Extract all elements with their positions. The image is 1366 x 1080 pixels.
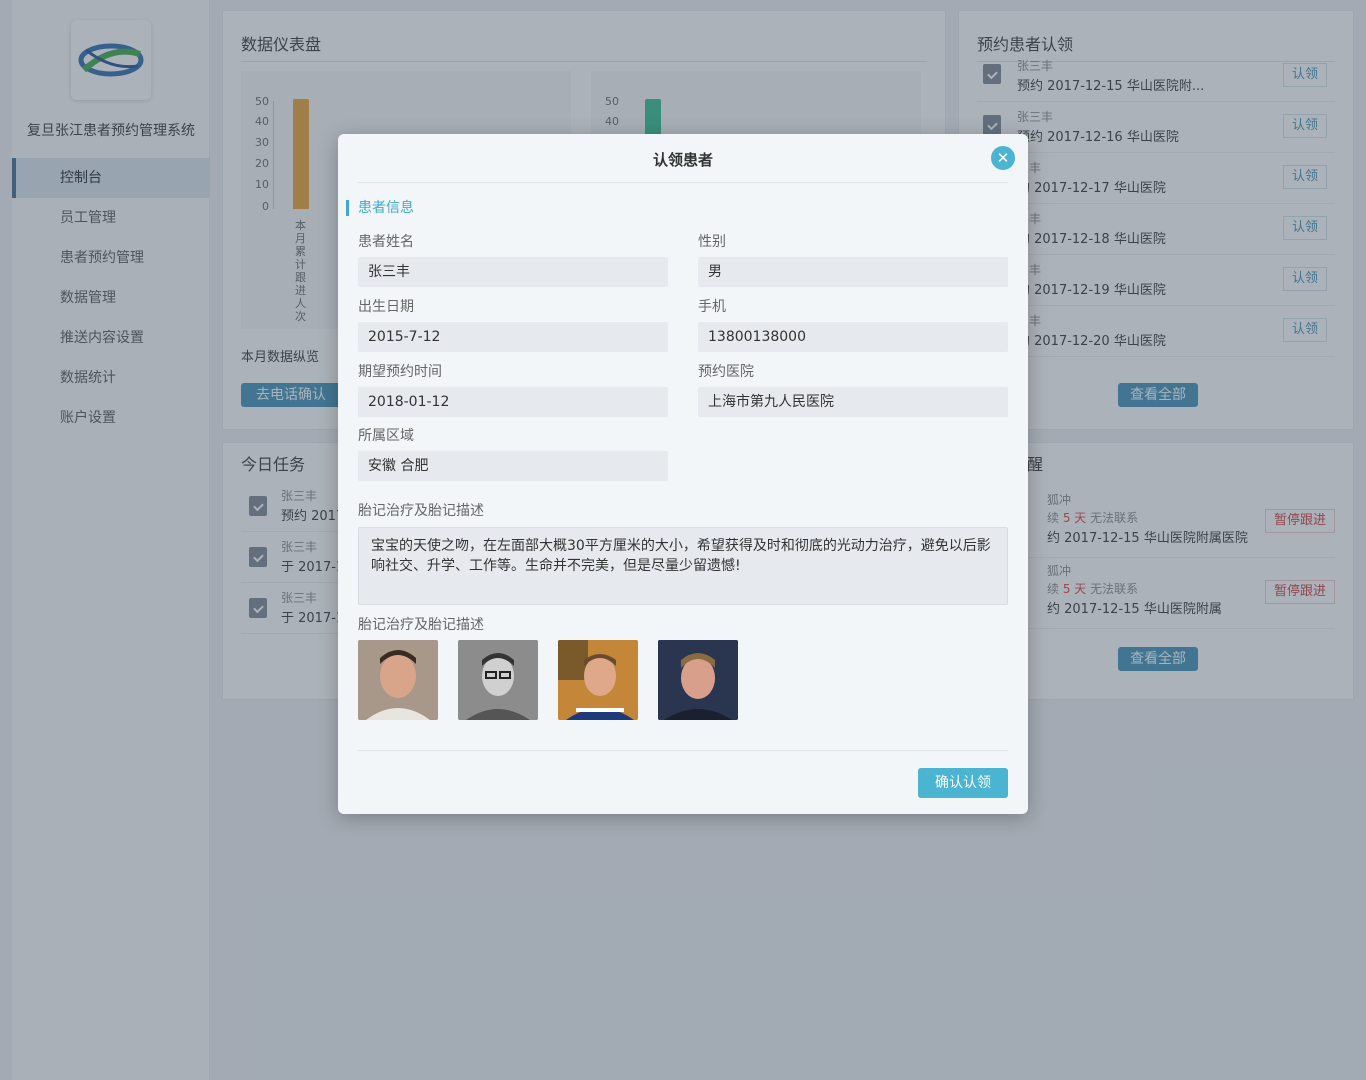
divider	[358, 750, 1008, 751]
section-title: 患者信息	[346, 200, 414, 216]
confirm-claim-button[interactable]: 确认认领	[918, 768, 1008, 798]
patient-photo[interactable]	[558, 640, 638, 720]
expect-time-field[interactable]: 2018-01-12	[358, 387, 668, 417]
phone-label: 手机	[698, 299, 726, 315]
patient-photo[interactable]	[358, 640, 438, 720]
close-icon[interactable]: ✕	[991, 146, 1015, 170]
expect-time-label: 期望预约时间	[358, 364, 442, 380]
patient-photo[interactable]	[658, 640, 738, 720]
birth-field[interactable]: 2015-7-12	[358, 322, 668, 352]
phone-field[interactable]: 13800138000	[698, 322, 1008, 352]
photos-label: 胎记治疗及胎记描述	[358, 617, 484, 633]
birth-label: 出生日期	[358, 299, 414, 315]
claim-patient-modal: 认领患者 ✕ 患者信息 患者姓名 张三丰 性别 男 出生日期 2015-7-12…	[338, 134, 1028, 814]
modal-title: 认领患者	[652, 151, 713, 169]
name-label: 患者姓名	[358, 234, 414, 250]
region-field[interactable]: 安徽 合肥	[358, 451, 668, 481]
name-field[interactable]: 张三丰	[358, 257, 668, 287]
divider	[358, 182, 1008, 183]
description-field[interactable]: 宝宝的天使之吻，在左面部大概30平方厘米的大小，希望获得及时和彻底的光动力治疗，…	[358, 527, 1008, 605]
region-label: 所属区域	[358, 428, 414, 444]
gender-field[interactable]: 男	[698, 257, 1008, 287]
gender-label: 性别	[698, 234, 726, 250]
hospital-label: 预约医院	[698, 364, 754, 380]
hospital-field[interactable]: 上海市第九人民医院	[698, 387, 1008, 417]
description-label: 胎记治疗及胎记描述	[358, 503, 484, 519]
patient-photo[interactable]	[458, 640, 538, 720]
